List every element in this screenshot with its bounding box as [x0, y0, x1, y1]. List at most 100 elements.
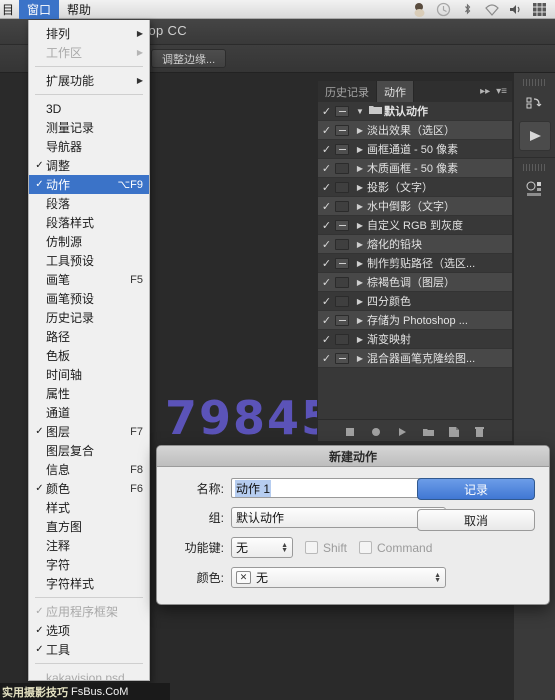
menu-item-13[interactable]: 工具预设: [29, 251, 149, 270]
menu-item-25[interactable]: ✓颜色F6: [29, 479, 149, 498]
action-toggle-check-icon[interactable]: ✓: [318, 124, 335, 137]
menu-item-9[interactable]: ✓动作⌥F9: [29, 175, 149, 194]
chevron-right-icon[interactable]: ▶: [353, 316, 367, 325]
action-dialog-toggle-icon[interactable]: [335, 163, 349, 174]
menu-item-30[interactable]: 字符样式: [29, 574, 149, 593]
action-dialog-toggle-icon[interactable]: [335, 258, 349, 269]
refine-edge-button[interactable]: 调整边缘...: [151, 49, 226, 68]
menu-item-12[interactable]: 仿制源: [29, 232, 149, 251]
action-toggle-check-icon[interactable]: ✓: [318, 143, 335, 156]
time-machine-icon[interactable]: [436, 2, 451, 17]
action-row[interactable]: ✓▶棕褐色调（图层）: [318, 273, 512, 292]
action-row[interactable]: ✓▶淡出效果（选区）: [318, 121, 512, 140]
action-dialog-toggle-icon[interactable]: [335, 201, 349, 212]
adjustments-panel-icon[interactable]: [519, 174, 551, 204]
chevron-double-right-icon[interactable]: ▸▸: [480, 86, 490, 97]
action-toggle-check-icon[interactable]: ✓: [318, 333, 335, 346]
menu-item-6[interactable]: 测量记录: [29, 118, 149, 137]
history-panel-icon[interactable]: [519, 89, 551, 119]
menu-item-27[interactable]: 直方图: [29, 517, 149, 536]
menu-item-10[interactable]: 段落: [29, 194, 149, 213]
action-toggle-check-icon[interactable]: ✓: [318, 162, 335, 175]
action-toggle-check-icon[interactable]: ✓: [318, 257, 335, 270]
chevron-right-icon[interactable]: ▶: [353, 297, 367, 306]
macos-status-icons[interactable]: [412, 0, 555, 18]
command-checkbox[interactable]: [359, 541, 372, 554]
macos-menu-2[interactable]: 帮助: [59, 0, 99, 19]
menu-item-34[interactable]: ✓工具: [29, 640, 149, 659]
new-action-dialog[interactable]: 新建动作 名称: 动作 1 组: 默认动作 ▲▼ 功能键: 无 ▲▼: [156, 445, 550, 605]
menu-item-20[interactable]: 属性: [29, 384, 149, 403]
menu-item-0[interactable]: 排列▶: [29, 24, 149, 43]
action-toggle-check-icon[interactable]: ✓: [318, 238, 335, 251]
action-toggle-check-icon[interactable]: ✓: [318, 352, 335, 365]
action-dialog-toggle-icon[interactable]: [335, 353, 349, 364]
volume-icon[interactable]: [508, 2, 523, 17]
menu-item-5[interactable]: 3D: [29, 99, 149, 118]
shift-checkbox-wrap[interactable]: Shift: [305, 541, 347, 555]
tab-actions[interactable]: 动作: [377, 81, 414, 102]
menu-item-11[interactable]: 段落样式: [29, 213, 149, 232]
color-select[interactable]: ✕ 无 ▲▼: [231, 567, 446, 588]
action-dialog-toggle-icon[interactable]: [335, 277, 349, 288]
action-row[interactable]: ✓▶混合器画笔克隆绘图...: [318, 349, 512, 368]
play-action-icon[interactable]: [519, 121, 551, 151]
action-row[interactable]: ✓▶水中倒影（文字）: [318, 197, 512, 216]
user-avatar-icon[interactable]: [412, 2, 427, 17]
chevron-right-icon[interactable]: ▶: [353, 354, 367, 363]
chevron-right-icon[interactable]: ▶: [353, 259, 367, 268]
record-button[interactable]: 记录: [417, 478, 535, 500]
chevron-right-icon[interactable]: ▶: [353, 240, 367, 249]
action-dialog-toggle-icon[interactable]: [335, 315, 349, 326]
menu-item-33[interactable]: ✓选项: [29, 621, 149, 640]
action-dialog-toggle-icon[interactable]: [335, 220, 349, 231]
action-row[interactable]: ✓▶木质画框 - 50 像素: [318, 159, 512, 178]
dock-drag-grip-2[interactable]: [523, 164, 546, 171]
input-source-icon[interactable]: [532, 2, 547, 17]
menu-item-18[interactable]: 色板: [29, 346, 149, 365]
menu-item-19[interactable]: 时间轴: [29, 365, 149, 384]
play-icon[interactable]: [396, 425, 408, 437]
action-dialog-toggle-icon[interactable]: [335, 296, 349, 307]
menu-item-3[interactable]: 扩展功能▶: [29, 71, 149, 90]
action-dialog-toggle-icon[interactable]: [335, 182, 349, 193]
action-toggle-check-icon[interactable]: ✓: [318, 314, 335, 327]
chevron-right-icon[interactable]: ▶: [353, 202, 367, 211]
menu-item-15[interactable]: 画笔预设: [29, 289, 149, 308]
action-row[interactable]: ✓▼默认动作: [318, 102, 512, 121]
shift-checkbox[interactable]: [305, 541, 318, 554]
action-row[interactable]: ✓▶熔化的铅块: [318, 235, 512, 254]
action-toggle-check-icon[interactable]: ✓: [318, 295, 335, 308]
menu-item-22[interactable]: ✓图层F7: [29, 422, 149, 441]
wifi-icon[interactable]: [484, 2, 499, 17]
menu-item-23[interactable]: 图层复合: [29, 441, 149, 460]
action-dialog-toggle-icon[interactable]: [335, 334, 349, 345]
menu-item-17[interactable]: 路径: [29, 327, 149, 346]
stepper-arrows-icon-2[interactable]: ▲▼: [281, 543, 288, 553]
action-row[interactable]: ✓▶制作剪贴路径（选区...: [318, 254, 512, 273]
action-toggle-check-icon[interactable]: ✓: [318, 181, 335, 194]
action-toggle-check-icon[interactable]: ✓: [318, 105, 335, 118]
right-panel-dock[interactable]: [513, 73, 555, 700]
panel-tab-strip[interactable]: 历史记录 动作 ▸▸ ▾≡: [318, 81, 512, 102]
new-set-folder-icon[interactable]: [422, 425, 434, 437]
panel-menu-icon[interactable]: ▾≡: [496, 86, 507, 97]
actions-panel-footer[interactable]: [318, 419, 512, 441]
cancel-button[interactable]: 取消: [417, 509, 535, 531]
menu-item-14[interactable]: 画笔F5: [29, 270, 149, 289]
chevron-right-icon[interactable]: ▶: [353, 278, 367, 287]
menu-item-8[interactable]: ✓调整: [29, 156, 149, 175]
action-row[interactable]: ✓▶渐变映射: [318, 330, 512, 349]
action-row[interactable]: ✓▶画框通道 - 50 像素: [318, 140, 512, 159]
action-row[interactable]: ✓▶投影（文字）: [318, 178, 512, 197]
chevron-right-icon[interactable]: ▶: [353, 221, 367, 230]
action-dialog-toggle-icon[interactable]: [335, 125, 349, 136]
chevron-right-icon[interactable]: ▶: [353, 126, 367, 135]
macos-menu-bar[interactable]: 目窗口帮助: [0, 0, 555, 19]
delete-trash-icon[interactable]: [474, 425, 486, 437]
menu-item-24[interactable]: 信息F8: [29, 460, 149, 479]
bluetooth-icon[interactable]: [460, 2, 475, 17]
macos-menu-1[interactable]: 窗口: [19, 0, 59, 19]
macos-menu-items[interactable]: 目窗口帮助: [0, 0, 99, 18]
chevron-right-icon[interactable]: ▶: [353, 164, 367, 173]
